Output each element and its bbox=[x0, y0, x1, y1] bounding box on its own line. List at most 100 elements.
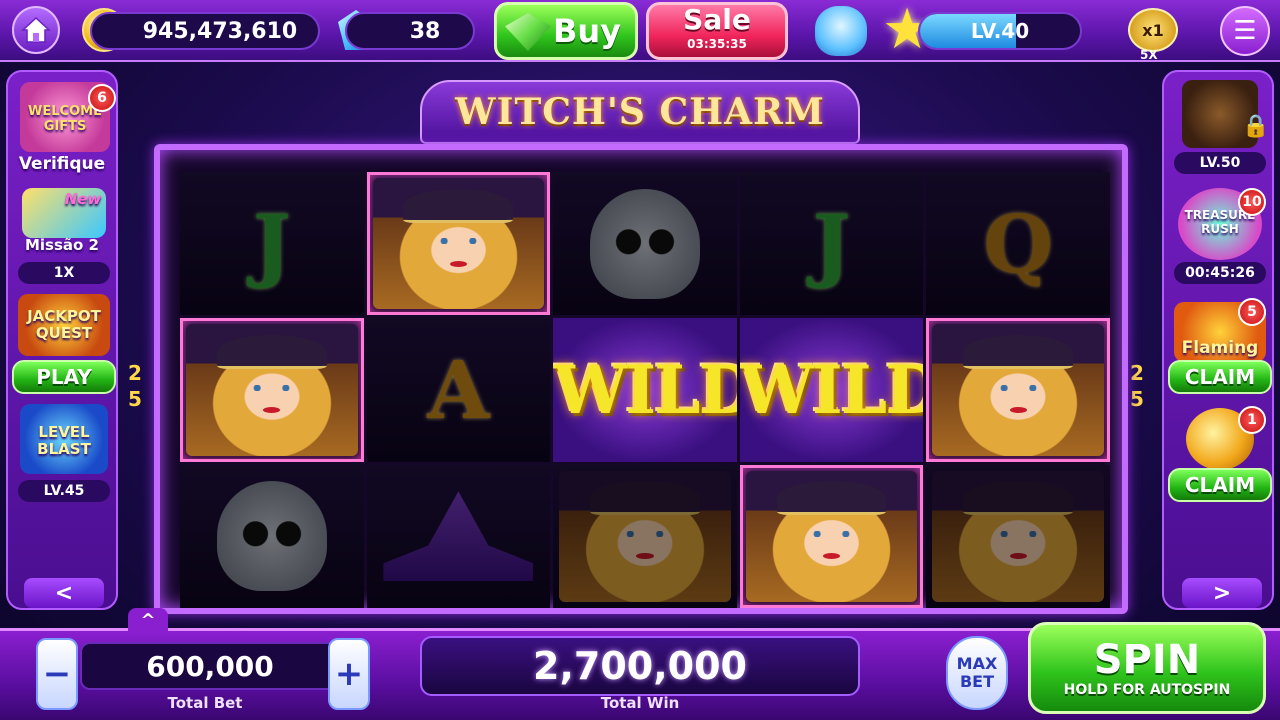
symbol-letter: A bbox=[427, 342, 490, 437]
coin-claim-button[interactable]: CLAIM bbox=[1168, 468, 1272, 502]
symbol-letter-J: J bbox=[739, 172, 924, 316]
symbol-hat bbox=[366, 464, 551, 608]
level-blast-icon[interactable]: LEVEL BLAST bbox=[20, 404, 108, 474]
treasure-rush-badge: 10 bbox=[1238, 188, 1266, 216]
witch-portrait bbox=[932, 324, 1104, 456]
treasure-rush-timer: 00:45:26 bbox=[1174, 262, 1266, 284]
payline-digit: 2 bbox=[128, 361, 142, 385]
multiplier-sub: 5X bbox=[1140, 48, 1158, 62]
witch-lips bbox=[823, 553, 841, 560]
mission-new-tag: New bbox=[64, 190, 102, 208]
symbol-witch bbox=[553, 464, 737, 608]
total-win-caption: Total Win bbox=[600, 694, 680, 712]
flaming-claim-button[interactable]: CLAIM bbox=[1168, 360, 1272, 394]
symbol-witch bbox=[180, 318, 364, 462]
witch-portrait bbox=[559, 470, 731, 602]
multiplier-badge[interactable]: x1 bbox=[1128, 8, 1178, 52]
witch-eyes bbox=[437, 238, 479, 245]
buy-gem-icon bbox=[505, 13, 551, 51]
symbol-skull bbox=[553, 172, 737, 316]
gem-balance: 38 bbox=[345, 12, 475, 50]
symbol-witch bbox=[366, 172, 551, 316]
menu-button[interactable]: ☰ bbox=[1220, 6, 1270, 56]
witch-eyes bbox=[997, 531, 1039, 538]
symbol-witch bbox=[926, 464, 1110, 608]
symbol-witch bbox=[739, 464, 924, 608]
slot-reels-frame[interactable]: J J Q A WILD WILD bbox=[154, 144, 1128, 614]
total-bet-value: 600,000 bbox=[80, 642, 340, 690]
symbol-witch bbox=[926, 318, 1110, 462]
hamburger-icon: ☰ bbox=[1233, 16, 1257, 46]
total-win-value: 2,700,000 bbox=[420, 636, 860, 696]
witch-portrait bbox=[932, 470, 1104, 602]
symbol-wild: WILD bbox=[553, 318, 737, 462]
locked-feature-level: LV.50 bbox=[1174, 152, 1266, 174]
top-bar: 945,473,610 38 Buy Sale 03:35:35 ★ LV.40… bbox=[0, 0, 1280, 62]
collapse-panel-button[interactable]: ^ bbox=[128, 608, 168, 632]
symbol-wild: WILD bbox=[739, 318, 924, 462]
symbol-skull bbox=[180, 464, 364, 608]
welcome-gifts-badge: 6 bbox=[88, 84, 116, 112]
decrease-bet-button[interactable]: − bbox=[36, 638, 78, 710]
right-feature-panel: 🔒 LV.50 TREASURE RUSH 10 00:45:26 Flamin… bbox=[1162, 70, 1274, 610]
symbol-letter-Q: Q bbox=[926, 172, 1110, 316]
level-progress-bar[interactable]: LV.40 bbox=[918, 12, 1082, 50]
lock-icon: 🔒 bbox=[1242, 114, 1270, 139]
max-bet-button[interactable]: MAX BET bbox=[946, 636, 1008, 710]
payline-digit: 2 bbox=[1130, 361, 1144, 385]
total-bet-caption: Total Bet bbox=[167, 694, 243, 712]
level-label: LV.40 bbox=[970, 19, 1030, 43]
witch-eyes bbox=[997, 384, 1039, 391]
home-icon bbox=[21, 16, 51, 43]
payline-digit: 5 bbox=[1130, 387, 1144, 411]
wild-text: WILD bbox=[739, 350, 924, 429]
witch-hat bbox=[590, 481, 700, 516]
mascot-icon[interactable] bbox=[815, 6, 867, 56]
chevron-right-icon: > bbox=[1212, 580, 1232, 606]
witch-hat-icon bbox=[383, 491, 534, 582]
witch-hat bbox=[403, 188, 514, 223]
skull-icon bbox=[589, 188, 700, 299]
spin-subtitle: HOLD FOR AUTOSPIN bbox=[1063, 682, 1231, 698]
mission-label: Missão 2 bbox=[24, 236, 99, 254]
buy-label: Buy bbox=[552, 12, 621, 50]
jackpot-quest-icon[interactable]: JACKPOT QUEST bbox=[18, 294, 110, 356]
jackpot-play-button[interactable]: PLAY bbox=[12, 360, 116, 394]
reel-grid: J J Q A WILD WILD bbox=[180, 172, 1110, 608]
coin-bonus-badge: 1 bbox=[1238, 406, 1266, 434]
witch-hat bbox=[963, 334, 1074, 369]
symbol-letter-J: J bbox=[180, 172, 364, 316]
sale-button[interactable]: Sale 03:35:35 bbox=[646, 2, 788, 60]
welcome-gifts-caption: Verifique bbox=[18, 154, 106, 174]
right-panel-next-button[interactable]: > bbox=[1182, 578, 1262, 608]
max-bet-line1: MAX bbox=[956, 654, 998, 673]
left-panel-prev-button[interactable]: < bbox=[24, 578, 104, 608]
skull-icon bbox=[216, 481, 327, 592]
witch-portrait bbox=[186, 324, 358, 456]
buy-button[interactable]: Buy bbox=[494, 2, 638, 60]
spin-button[interactable]: SPIN HOLD FOR AUTOSPIN bbox=[1028, 622, 1266, 714]
spin-label: SPIN bbox=[1093, 637, 1201, 683]
witch-eyes bbox=[624, 531, 666, 538]
symbol-letter: Q bbox=[983, 196, 1054, 291]
witch-lips bbox=[1009, 407, 1027, 414]
increase-bet-button[interactable]: + bbox=[328, 638, 370, 710]
witch-lips bbox=[449, 260, 467, 267]
payline-digit: 5 bbox=[128, 387, 142, 411]
witch-lips bbox=[1009, 553, 1027, 560]
coin-balance: 945,473,610 bbox=[90, 12, 320, 50]
jackpot-quest-label: JACKPOT QUEST bbox=[27, 307, 101, 342]
max-bet-line2: BET bbox=[959, 672, 995, 691]
level-blast-label: LEVEL BLAST bbox=[37, 423, 91, 458]
chevron-up-icon: ^ bbox=[140, 609, 156, 631]
flaming-badge: 5 bbox=[1238, 298, 1266, 326]
symbol-letter: J bbox=[252, 196, 291, 291]
right-payline-indicator: 2 5 bbox=[1130, 360, 1144, 412]
witch-eyes bbox=[811, 531, 853, 538]
sale-label: Sale bbox=[683, 3, 751, 36]
chevron-left-icon: < bbox=[54, 580, 74, 606]
home-button[interactable] bbox=[12, 6, 60, 54]
left-feature-panel: WELCOME GIFTS 6 Verifique New Missão 2 1… bbox=[6, 70, 118, 610]
game-title: WITCH'S CHARM bbox=[420, 80, 860, 144]
witch-hat bbox=[963, 481, 1074, 516]
